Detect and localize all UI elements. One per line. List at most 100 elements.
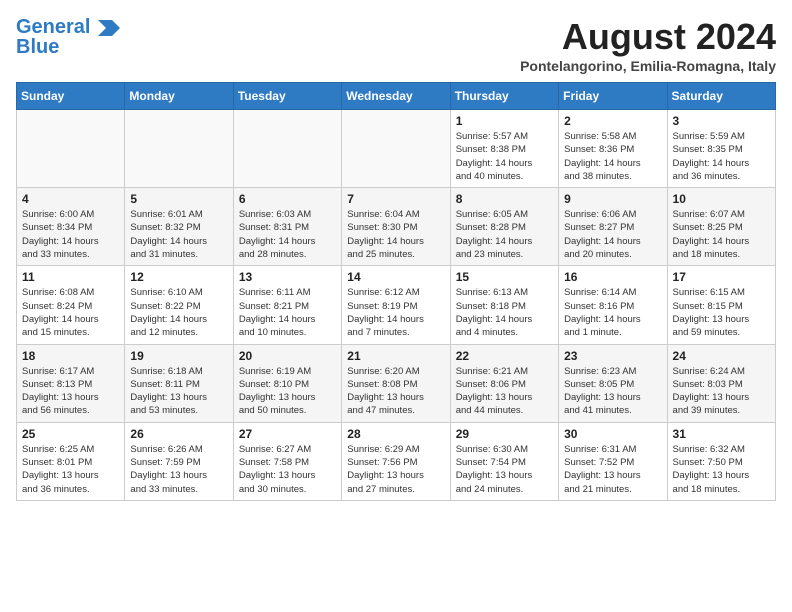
calendar-cell: 7 Sunrise: 6:04 AM Sunset: 8:30 PM Daylig… xyxy=(342,188,450,266)
weekday-header-sunday: Sunday xyxy=(17,83,125,110)
day-number: 13 xyxy=(239,270,336,284)
weekday-header-monday: Monday xyxy=(125,83,233,110)
day-info: Sunrise: 6:10 AM Sunset: 8:22 PM Dayligh… xyxy=(130,286,227,339)
day-number: 16 xyxy=(564,270,661,284)
day-number: 5 xyxy=(130,192,227,206)
day-info: Sunrise: 6:01 AM Sunset: 8:32 PM Dayligh… xyxy=(130,208,227,261)
day-number: 7 xyxy=(347,192,444,206)
weekday-header-tuesday: Tuesday xyxy=(233,83,341,110)
calendar-table: SundayMondayTuesdayWednesdayThursdayFrid… xyxy=(16,82,776,501)
calendar-cell: 26 Sunrise: 6:26 AM Sunset: 7:59 PM Dayli… xyxy=(125,422,233,500)
day-number: 28 xyxy=(347,427,444,441)
day-number: 14 xyxy=(347,270,444,284)
day-info: Sunrise: 6:27 AM Sunset: 7:58 PM Dayligh… xyxy=(239,443,336,496)
day-number: 4 xyxy=(22,192,119,206)
day-info: Sunrise: 6:19 AM Sunset: 8:10 PM Dayligh… xyxy=(239,365,336,418)
day-number: 24 xyxy=(673,349,770,363)
day-info: Sunrise: 6:31 AM Sunset: 7:52 PM Dayligh… xyxy=(564,443,661,496)
calendar-cell: 21 Sunrise: 6:20 AM Sunset: 8:08 PM Dayli… xyxy=(342,344,450,422)
calendar-cell: 1 Sunrise: 5:57 AM Sunset: 8:38 PM Daylig… xyxy=(450,110,558,188)
day-info: Sunrise: 6:20 AM Sunset: 8:08 PM Dayligh… xyxy=(347,365,444,418)
day-info: Sunrise: 6:08 AM Sunset: 8:24 PM Dayligh… xyxy=(22,286,119,339)
day-info: Sunrise: 6:25 AM Sunset: 8:01 PM Dayligh… xyxy=(22,443,119,496)
calendar-cell: 20 Sunrise: 6:19 AM Sunset: 8:10 PM Dayli… xyxy=(233,344,341,422)
day-number: 30 xyxy=(564,427,661,441)
day-info: Sunrise: 6:06 AM Sunset: 8:27 PM Dayligh… xyxy=(564,208,661,261)
calendar-cell: 18 Sunrise: 6:17 AM Sunset: 8:13 PM Dayli… xyxy=(17,344,125,422)
calendar-cell: 19 Sunrise: 6:18 AM Sunset: 8:11 PM Dayli… xyxy=(125,344,233,422)
day-info: Sunrise: 6:29 AM Sunset: 7:56 PM Dayligh… xyxy=(347,443,444,496)
calendar-cell: 6 Sunrise: 6:03 AM Sunset: 8:31 PM Daylig… xyxy=(233,188,341,266)
calendar-cell: 4 Sunrise: 6:00 AM Sunset: 8:34 PM Daylig… xyxy=(17,188,125,266)
day-number: 31 xyxy=(673,427,770,441)
logo-arrow-icon xyxy=(98,20,120,36)
calendar-cell: 28 Sunrise: 6:29 AM Sunset: 7:56 PM Dayli… xyxy=(342,422,450,500)
calendar-week-row: 4 Sunrise: 6:00 AM Sunset: 8:34 PM Daylig… xyxy=(17,188,776,266)
page-header: General Blue August 2024 Pontelangorino,… xyxy=(16,16,776,74)
day-info: Sunrise: 6:00 AM Sunset: 8:34 PM Dayligh… xyxy=(22,208,119,261)
calendar-week-row: 18 Sunrise: 6:17 AM Sunset: 8:13 PM Dayli… xyxy=(17,344,776,422)
day-number: 2 xyxy=(564,114,661,128)
weekday-header-saturday: Saturday xyxy=(667,83,775,110)
calendar-cell: 2 Sunrise: 5:58 AM Sunset: 8:36 PM Daylig… xyxy=(559,110,667,188)
day-info: Sunrise: 6:11 AM Sunset: 8:21 PM Dayligh… xyxy=(239,286,336,339)
weekday-header-friday: Friday xyxy=(559,83,667,110)
day-info: Sunrise: 6:12 AM Sunset: 8:19 PM Dayligh… xyxy=(347,286,444,339)
calendar-week-row: 1 Sunrise: 5:57 AM Sunset: 8:38 PM Daylig… xyxy=(17,110,776,188)
day-info: Sunrise: 5:57 AM Sunset: 8:38 PM Dayligh… xyxy=(456,130,553,183)
day-info: Sunrise: 5:59 AM Sunset: 8:35 PM Dayligh… xyxy=(673,130,770,183)
day-number: 19 xyxy=(130,349,227,363)
calendar-cell: 12Sunrise: 6:10 AM Sunset: 8:22 PM Dayli… xyxy=(125,266,233,344)
calendar-cell xyxy=(233,110,341,188)
calendar-cell: 31Sunrise: 6:32 AM Sunset: 7:50 PM Dayli… xyxy=(667,422,775,500)
calendar-cell: 13 Sunrise: 6:11 AM Sunset: 8:21 PM Dayli… xyxy=(233,266,341,344)
day-info: Sunrise: 6:17 AM Sunset: 8:13 PM Dayligh… xyxy=(22,365,119,418)
day-number: 9 xyxy=(564,192,661,206)
logo-text: General xyxy=(16,16,120,38)
calendar-cell: 22 Sunrise: 6:21 AM Sunset: 8:06 PM Dayli… xyxy=(450,344,558,422)
day-info: Sunrise: 6:03 AM Sunset: 8:31 PM Dayligh… xyxy=(239,208,336,261)
day-number: 6 xyxy=(239,192,336,206)
day-number: 3 xyxy=(673,114,770,128)
calendar-cell: 16 Sunrise: 6:14 AM Sunset: 8:16 PM Dayli… xyxy=(559,266,667,344)
day-info: Sunrise: 6:13 AM Sunset: 8:18 PM Dayligh… xyxy=(456,286,553,339)
weekday-header-wednesday: Wednesday xyxy=(342,83,450,110)
calendar-cell: 29 Sunrise: 6:30 AM Sunset: 7:54 PM Dayli… xyxy=(450,422,558,500)
day-info: Sunrise: 6:21 AM Sunset: 8:06 PM Dayligh… xyxy=(456,365,553,418)
day-number: 17 xyxy=(673,270,770,284)
day-number: 10 xyxy=(673,192,770,206)
day-info: Sunrise: 6:04 AM Sunset: 8:30 PM Dayligh… xyxy=(347,208,444,261)
day-info: Sunrise: 6:26 AM Sunset: 7:59 PM Dayligh… xyxy=(130,443,227,496)
day-number: 1 xyxy=(456,114,553,128)
day-number: 22 xyxy=(456,349,553,363)
calendar-cell: 11Sunrise: 6:08 AM Sunset: 8:24 PM Dayli… xyxy=(17,266,125,344)
calendar-cell: 14 Sunrise: 6:12 AM Sunset: 8:19 PM Dayli… xyxy=(342,266,450,344)
calendar-cell xyxy=(17,110,125,188)
calendar-cell: 3 Sunrise: 5:59 AM Sunset: 8:35 PM Daylig… xyxy=(667,110,775,188)
day-info: Sunrise: 5:58 AM Sunset: 8:36 PM Dayligh… xyxy=(564,130,661,183)
logo: General Blue xyxy=(16,16,120,58)
day-number: 20 xyxy=(239,349,336,363)
day-number: 18 xyxy=(22,349,119,363)
day-number: 29 xyxy=(456,427,553,441)
calendar-cell: 10Sunrise: 6:07 AM Sunset: 8:25 PM Dayli… xyxy=(667,188,775,266)
calendar-week-row: 25Sunrise: 6:25 AM Sunset: 8:01 PM Dayli… xyxy=(17,422,776,500)
day-number: 21 xyxy=(347,349,444,363)
day-info: Sunrise: 6:15 AM Sunset: 8:15 PM Dayligh… xyxy=(673,286,770,339)
day-info: Sunrise: 6:05 AM Sunset: 8:28 PM Dayligh… xyxy=(456,208,553,261)
day-number: 26 xyxy=(130,427,227,441)
calendar-cell: 25Sunrise: 6:25 AM Sunset: 8:01 PM Dayli… xyxy=(17,422,125,500)
month-year-title: August 2024 xyxy=(520,16,776,58)
day-number: 23 xyxy=(564,349,661,363)
day-info: Sunrise: 6:24 AM Sunset: 8:03 PM Dayligh… xyxy=(673,365,770,418)
day-info: Sunrise: 6:14 AM Sunset: 8:16 PM Dayligh… xyxy=(564,286,661,339)
calendar-cell: 23Sunrise: 6:23 AM Sunset: 8:05 PM Dayli… xyxy=(559,344,667,422)
day-info: Sunrise: 6:18 AM Sunset: 8:11 PM Dayligh… xyxy=(130,365,227,418)
calendar-cell xyxy=(342,110,450,188)
logo-blue: Blue xyxy=(16,36,120,58)
calendar-cell: 24 Sunrise: 6:24 AM Sunset: 8:03 PM Dayli… xyxy=(667,344,775,422)
location-subtitle: Pontelangorino, Emilia-Romagna, Italy xyxy=(520,58,776,74)
day-info: Sunrise: 6:30 AM Sunset: 7:54 PM Dayligh… xyxy=(456,443,553,496)
day-number: 8 xyxy=(456,192,553,206)
calendar-week-row: 11Sunrise: 6:08 AM Sunset: 8:24 PM Dayli… xyxy=(17,266,776,344)
